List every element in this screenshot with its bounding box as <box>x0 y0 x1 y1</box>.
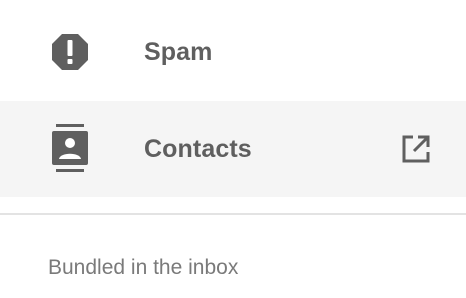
open-in-new-icon[interactable] <box>400 133 432 165</box>
nav-item-spam[interactable]: Spam <box>0 4 466 100</box>
section-heading: Bundled in the inbox <box>48 256 239 279</box>
nav-item-label: Contacts <box>144 134 252 163</box>
section-divider <box>0 213 466 215</box>
contacts-icon <box>48 124 92 172</box>
nav-item-label: Spam <box>144 37 213 66</box>
spam-octagon-icon <box>48 30 92 74</box>
nav-item-contacts[interactable]: Contacts <box>0 101 466 197</box>
